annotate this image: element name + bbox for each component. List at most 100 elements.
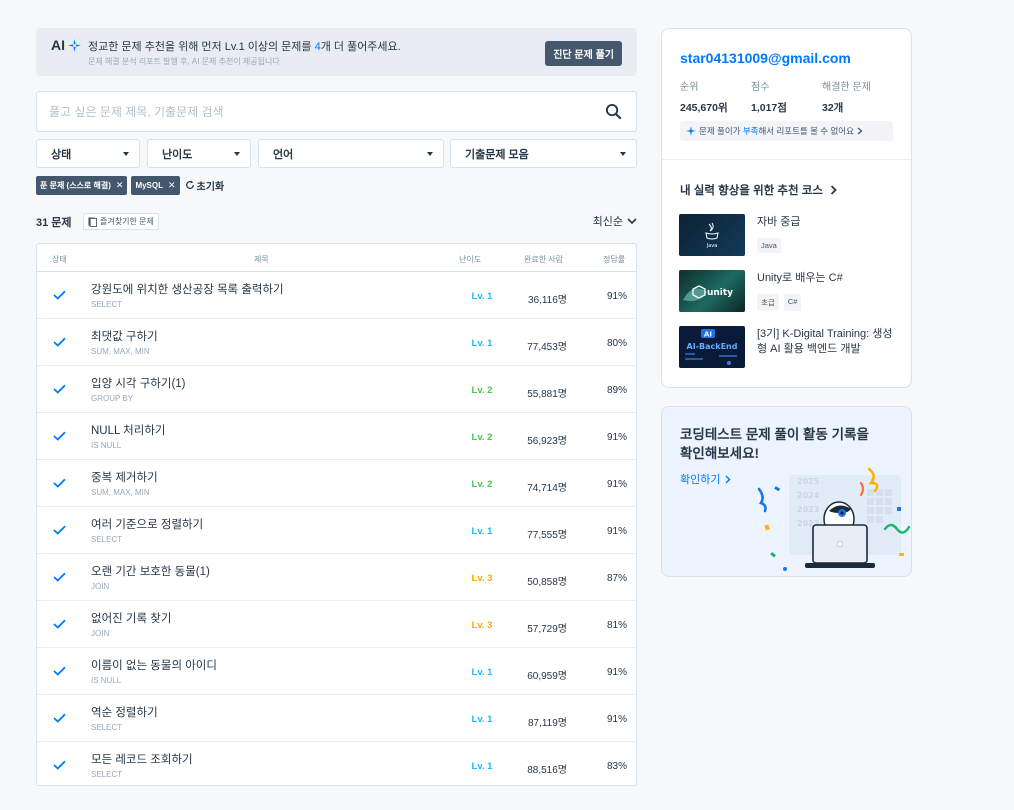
chevron-down-icon	[627, 217, 637, 224]
recommended-courses-link[interactable]: 내 실력 향상을 위한 추천 코스	[680, 182, 837, 198]
activity-check-link[interactable]: 확인하기	[680, 471, 731, 487]
user-email[interactable]: star04131009@gmail.com	[680, 50, 851, 66]
accuracy-rate: 83%	[606, 761, 627, 772]
problem-title[interactable]: 입양 시각 구하기(1)	[91, 375, 186, 391]
filter-status[interactable]: 상태	[36, 139, 140, 168]
problem-title[interactable]: 모든 레코드 조회하기	[91, 751, 193, 767]
coding-activity-illustration: 2025 2024 2023 2022	[757, 467, 911, 571]
problem-category: SELECT	[91, 300, 123, 309]
filter-chip-solved[interactable]: 푼 문제 (스스로 해결) ✕	[36, 175, 128, 195]
diagnostic-test-button[interactable]: 진단 문제 풀기	[545, 41, 622, 66]
filter-language[interactable]: 언어	[258, 139, 444, 168]
problem-table: 상태 제목 난이도 완료한 사람 정답률 강원도에 위치한 생산공장 목록 출력…	[36, 243, 637, 786]
stat-rank: 순위 245,670위	[680, 82, 728, 114]
problem-level: Lv. 3	[471, 620, 493, 631]
check-icon	[53, 431, 66, 441]
ai-badge: AI	[51, 37, 81, 53]
problem-title[interactable]: NULL 처리하기	[91, 422, 166, 438]
problem-category: IS NULL	[91, 441, 122, 450]
course-card[interactable]: AI AI-BackEnd [3기] K-Digital Training: 생성…	[679, 326, 899, 370]
caret-down-icon	[620, 152, 626, 156]
problem-title[interactable]: 중복 제거하기	[91, 469, 158, 485]
svg-text:Java: Java	[706, 243, 718, 249]
problem-title[interactable]: 최댓값 구하기	[91, 328, 158, 344]
problem-title[interactable]: 강원도에 위치한 생산공장 목록 출력하기	[91, 281, 284, 297]
reset-filters-button[interactable]: 초기화	[185, 178, 224, 193]
activity-title: 코딩테스트 문제 풀이 활동 기록을 확인해보세요!	[680, 427, 869, 461]
course-card[interactable]: Java 자바 중급 Java	[679, 214, 899, 258]
report-unavailable-button[interactable]: 문제 풀이가 부족해서 리포트를 볼 수 없어요	[680, 121, 893, 141]
problem-level: Lv. 2	[471, 479, 493, 490]
course-tags: Java	[757, 238, 781, 253]
profile-card: star04131009@gmail.com 순위 245,670위 점수 1,01…	[661, 28, 912, 388]
search-input[interactable]	[49, 92, 589, 131]
divider	[662, 159, 911, 160]
problem-level: Lv. 1	[471, 761, 493, 772]
check-icon	[53, 760, 66, 770]
table-row[interactable]: 여러 기준으로 정렬하기 SELECT Lv. 1 77,555명 91%	[37, 507, 636, 554]
filter-difficulty[interactable]: 난이도	[147, 139, 251, 168]
column-status: 상태	[52, 255, 67, 264]
column-title: 제목	[254, 255, 269, 264]
banner-subtitle: 문제 해결 분석 리포트 발행 후, AI 문제 추천이 제공됩니다	[88, 57, 280, 66]
table-row[interactable]: 최댓값 구하기 SUM, MAX, MIN Lv. 1 77,453명 80%	[37, 319, 636, 366]
completed-count: 55,881명	[527, 389, 567, 400]
table-row[interactable]: 중복 제거하기 SUM, MAX, MIN Lv. 2 74,714명 91%	[37, 460, 636, 507]
problem-category: SUM, MAX, MIN	[91, 347, 150, 356]
table-row[interactable]: NULL 처리하기 IS NULL Lv. 2 56,923명 91%	[37, 413, 636, 460]
accuracy-rate: 91%	[606, 291, 627, 302]
column-completed[interactable]: 완료한 사람	[524, 254, 563, 265]
completed-count: 56,923명	[527, 436, 567, 447]
accuracy-rate: 91%	[606, 526, 627, 537]
filter-chip-mysql[interactable]: MySQL ✕	[131, 175, 180, 195]
check-icon	[53, 384, 66, 394]
completed-count: 60,959명	[527, 671, 567, 682]
problem-title[interactable]: 이름이 없는 동물의 아이디	[91, 657, 217, 673]
search-icon[interactable]	[605, 103, 622, 120]
course-title: Unity로 배우는 C#	[757, 272, 843, 284]
stat-score: 점수 1,017점	[751, 82, 787, 114]
problem-title[interactable]: 역순 정렬하기	[91, 704, 158, 720]
table-row[interactable]: 이름이 없는 동물의 아이디 IS NULL Lv. 1 60,959명 91%	[37, 648, 636, 695]
problem-title[interactable]: 없어진 기록 찾기	[91, 610, 171, 626]
problem-level: Lv. 1	[471, 291, 493, 302]
course-title: 자바 중급	[757, 216, 801, 228]
table-row[interactable]: 입양 시각 구하기(1) GROUP BY Lv. 2 55,881명 89%	[37, 366, 636, 413]
problem-title[interactable]: 여러 기준으로 정렬하기	[91, 516, 203, 532]
accuracy-rate: 80%	[606, 338, 627, 349]
chevron-right-icon	[857, 127, 863, 135]
course-card[interactable]: unity Unity로 배우는 C# 초급 C#	[679, 270, 899, 314]
table-row[interactable]: 없어진 기록 찾기 JOIN Lv. 3 57,729명 81%	[37, 601, 636, 648]
accuracy-rate: 91%	[606, 479, 627, 490]
accuracy-rate: 87%	[606, 573, 627, 584]
check-icon	[53, 619, 66, 629]
course-thumbnail-ai-backend: AI AI-BackEnd	[679, 326, 745, 368]
close-icon[interactable]: ✕	[116, 180, 124, 191]
column-difficulty[interactable]: 난이도	[459, 254, 481, 265]
filter-exam-collection[interactable]: 기출문제 모음	[450, 139, 637, 168]
ai-label: AI	[51, 37, 65, 53]
course-tag: Java	[757, 238, 781, 253]
table-row[interactable]: 오랜 기간 보호한 동물(1) JOIN Lv. 3 50,858명 87%	[37, 554, 636, 601]
activity-card: 코딩테스트 문제 풀이 활동 기록을 확인해보세요! 확인하기 2025 202…	[661, 406, 912, 577]
course-thumbnail-unity: unity	[679, 270, 745, 312]
table-row[interactable]: 모든 레코드 조회하기 SELECT Lv. 1 88,516명 83%	[37, 742, 636, 785]
sort-dropdown[interactable]: 최신순	[593, 213, 637, 229]
problem-level: Lv. 3	[471, 573, 493, 584]
column-accuracy[interactable]: 정답률	[603, 254, 625, 265]
search-box	[36, 91, 637, 132]
chevron-right-icon	[725, 475, 731, 483]
table-header: 상태 제목 난이도 완료한 사람 정답률	[37, 244, 636, 272]
favorites-filter-button[interactable]: 즐겨찾기한 문제	[83, 213, 159, 230]
ai-recommend-banner: AI 정교한 문제 추천을 위해 먼저 Lv.1 이상의 문제를 4개 더 풀어…	[36, 28, 637, 76]
close-icon[interactable]: ✕	[168, 180, 176, 191]
table-row[interactable]: 강원도에 위치한 생산공장 목록 출력하기 SELECT Lv. 1 36,116명 9…	[37, 272, 636, 319]
completed-count: 36,116명	[527, 295, 567, 306]
accuracy-rate: 91%	[606, 714, 627, 725]
problem-count: 31 문제	[36, 217, 72, 229]
problem-title[interactable]: 오랜 기간 보호한 동물(1)	[91, 563, 210, 579]
table-row[interactable]: 역순 정렬하기 SELECT Lv. 1 87,119명 91%	[37, 695, 636, 742]
sparkle-icon	[686, 126, 696, 136]
problem-category: SELECT	[91, 770, 123, 779]
check-icon	[53, 666, 66, 676]
